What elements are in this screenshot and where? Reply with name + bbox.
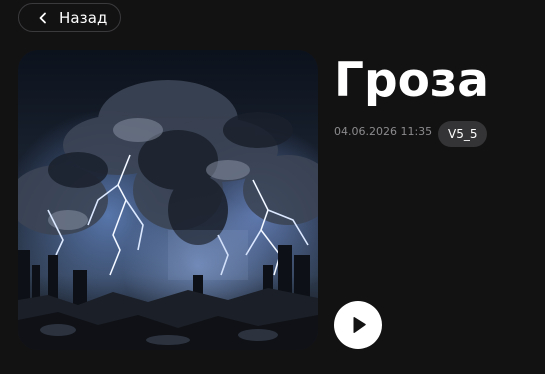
track-title: Гроза (334, 53, 489, 108)
track-date: 04.06.2026 11:35 (334, 125, 433, 138)
chevron-left-icon (39, 12, 46, 24)
track-cover-image (18, 50, 318, 350)
back-button-label: Назад (59, 9, 108, 27)
version-badge: V5_5 (438, 121, 488, 147)
track-page: Назад Гроза 04.06.2026 11:35 V5_5 (0, 0, 545, 374)
play-button[interactable] (334, 301, 382, 349)
play-icon (353, 316, 366, 334)
back-button[interactable]: Назад (18, 3, 121, 32)
